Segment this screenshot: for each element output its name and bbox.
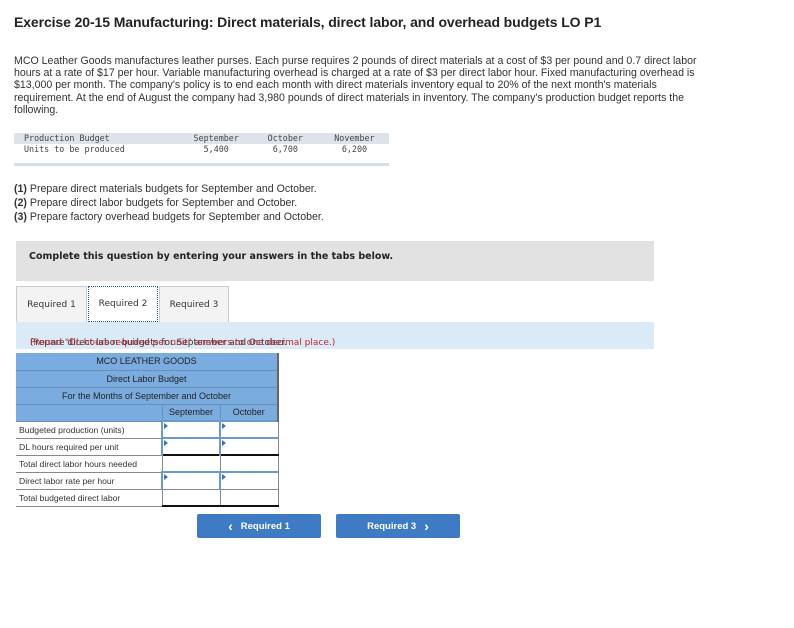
instruction-banner: Prepare direct labor budgets for Septemb…	[16, 322, 654, 349]
next-required-3-button[interactable]: Required 3 ›	[336, 514, 460, 538]
production-budget-footer	[14, 155, 389, 166]
production-budget-header-row: Production Budget September October Nove…	[14, 133, 389, 144]
budget-row-dl-rate: Direct labor rate per hour	[16, 471, 279, 490]
budgeted-production-october-input[interactable]	[219, 420, 279, 439]
chevron-left-icon: ‹	[228, 518, 233, 534]
budget-title: Direct Labor Budget	[16, 370, 279, 388]
complete-question-banner: Complete this question by entering your …	[16, 241, 654, 281]
total-budgeted-dl-september	[161, 489, 220, 507]
requirements-list: (1) Prepare direct materials budgets for…	[14, 182, 324, 224]
dl-hours-per-unit-october-input[interactable]	[219, 437, 279, 456]
total-dl-hours-october	[219, 454, 279, 473]
tab-required-1[interactable]: Required 1	[16, 286, 87, 322]
tab-required-3[interactable]: Required 3	[159, 286, 229, 322]
budgeted-production-september-input[interactable]	[161, 420, 221, 439]
prev-required-1-button[interactable]: ‹ Required 1	[197, 514, 321, 538]
exercise-title: Exercise 20-15 Manufacturing: Direct mat…	[14, 14, 602, 30]
production-budget-label: Production Budget	[14, 133, 182, 144]
budget-period: For the Months of September and October	[16, 387, 279, 405]
dl-rate-october-input[interactable]	[219, 471, 279, 490]
budget-company-name: MCO LEATHER GOODS	[16, 353, 279, 371]
total-budgeted-dl-october	[219, 489, 279, 507]
production-budget-col-november: November	[319, 133, 389, 144]
production-budget-col-september: September	[181, 133, 251, 144]
budget-row-budgeted-production: Budgeted production (units)	[16, 420, 279, 439]
production-budget-units-row: Units to be produced 5,400 6,700 6,200	[14, 144, 389, 155]
budget-row-total-budgeted-dl: Total budgeted direct labor	[16, 489, 279, 507]
units-october: 6,700	[272, 144, 298, 154]
direct-labor-budget-table: MCO LEATHER GOODS Direct Labor Budget Fo…	[16, 353, 279, 507]
production-budget-table: Production Budget September October Nove…	[14, 133, 389, 166]
problem-description: MCO Leather Goods manufactures leather p…	[14, 55, 697, 116]
budget-col-september: September	[162, 404, 221, 422]
units-september: 5,400	[203, 144, 229, 154]
total-dl-hours-september	[161, 454, 220, 473]
budget-row-total-dl-hours: Total direct labor hours needed	[16, 454, 279, 473]
dl-rate-september-input[interactable]	[161, 471, 221, 490]
units-november: 6,200	[341, 144, 368, 154]
chevron-right-icon: ›	[424, 518, 429, 534]
requirement-1: (1) Prepare direct materials budgets for…	[14, 183, 317, 195]
tab-required-2[interactable]: Required 2	[88, 286, 158, 322]
units-label: Units to be produced	[24, 144, 125, 154]
rounding-note: (Round "DL hours required per unit" answ…	[30, 338, 336, 348]
budget-row-dl-hours-per-unit: DL hours required per unit	[16, 437, 279, 456]
requirement-3: (3) Prepare factory overhead budgets for…	[14, 211, 324, 223]
budget-blank-header	[16, 404, 163, 422]
requirement-2: (2) Prepare direct labor budgets for Sep…	[14, 197, 298, 209]
budget-col-october: October	[220, 404, 279, 422]
production-budget-col-october: October	[250, 133, 320, 144]
dl-hours-per-unit-september-input[interactable]	[161, 437, 221, 456]
complete-question-text: Complete this question by entering your …	[29, 251, 394, 262]
